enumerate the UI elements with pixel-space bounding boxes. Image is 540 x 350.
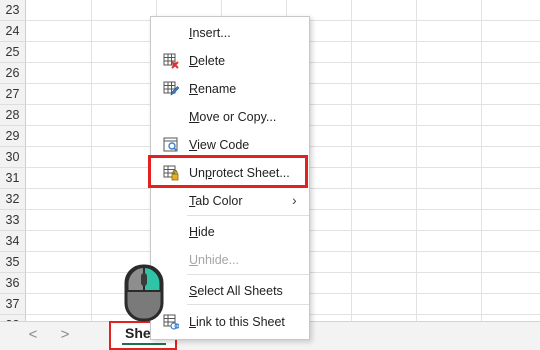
row-header[interactable]: 32 — [0, 189, 26, 210]
link-sheet-icon — [163, 314, 180, 330]
menu-item-label: Link to this Sheet — [189, 315, 285, 329]
delete-sheet-icon — [163, 53, 179, 69]
row-header[interactable]: 31 — [0, 168, 26, 189]
row-header[interactable]: 27 — [0, 84, 26, 105]
menu-item-label: Unhide... — [189, 253, 240, 267]
row-header[interactable]: 26 — [0, 63, 26, 84]
row-header[interactable]: 25 — [0, 42, 26, 63]
menu-item-rename[interactable]: Rename — [151, 78, 309, 100]
menu-item-label: View Code — [189, 138, 250, 152]
row-header[interactable]: 37 — [0, 294, 26, 315]
menu-item-move-or-copy[interactable]: Move or Copy... — [151, 106, 309, 128]
menu-item-label: Move or Copy... — [189, 110, 277, 124]
row-header[interactable]: 29 — [0, 126, 26, 147]
view-code-icon — [163, 137, 179, 153]
menu-separator — [187, 304, 309, 305]
menu-item-label: Insert... — [189, 26, 231, 40]
row-header[interactable]: 34 — [0, 231, 26, 252]
menu-item-hide[interactable]: Hide — [151, 221, 309, 243]
menu-item-label: Tab Color — [189, 194, 243, 208]
menu-item-label: Hide — [189, 225, 215, 239]
row-header[interactable]: 33 — [0, 210, 26, 231]
menu-item-label: Rename — [189, 82, 237, 96]
submenu-arrow-icon: › — [292, 192, 297, 208]
rename-sheet-icon — [163, 81, 180, 97]
row-header[interactable]: 35 — [0, 252, 26, 273]
menu-item-select-all-sheets[interactable]: Select All Sheets — [151, 280, 309, 302]
row-header[interactable]: 28 — [0, 105, 26, 126]
menu-item-insert[interactable]: Insert... — [151, 22, 309, 44]
scroll-tabs-right-icon[interactable]: > — [56, 325, 74, 345]
menu-item-delete[interactable]: Delete — [151, 50, 309, 72]
menu-item-label: Delete — [189, 54, 226, 68]
mouse-right-click-icon — [124, 264, 164, 322]
row-header[interactable]: 24 — [0, 21, 26, 42]
menu-item-view-code[interactable]: View Code — [151, 134, 309, 156]
active-tab-underline — [122, 343, 166, 345]
menu-item-link-to-this-sheet[interactable]: Link to this Sheet — [151, 311, 309, 333]
menu-item-tab-color[interactable]: Tab Color › — [151, 190, 309, 212]
menu-item-label: Select All Sheets — [189, 284, 283, 298]
unprotect-sheet-highlight-box — [148, 155, 308, 188]
menu-separator — [187, 274, 309, 275]
menu-separator — [187, 215, 309, 216]
scroll-tabs-left-icon[interactable]: < — [24, 325, 42, 345]
row-header[interactable]: 30 — [0, 147, 26, 168]
row-header[interactable]: 23 — [0, 0, 26, 21]
menu-item-unhide: Unhide... — [151, 249, 309, 271]
row-header[interactable]: 36 — [0, 273, 26, 294]
